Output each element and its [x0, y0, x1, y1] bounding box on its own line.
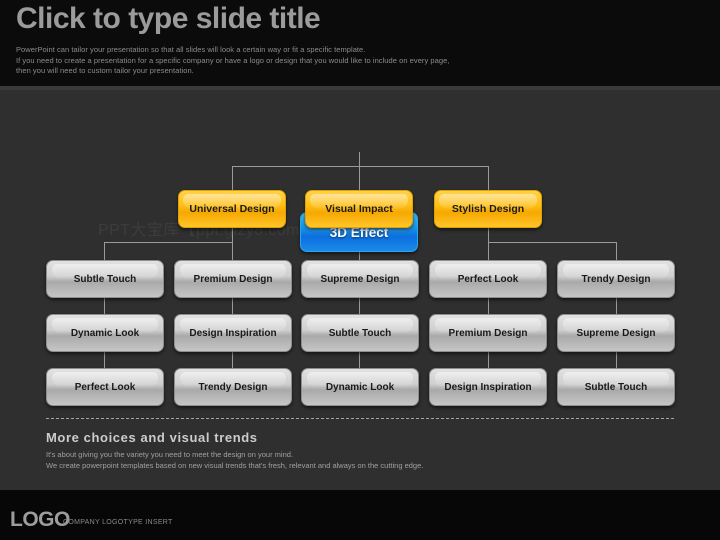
bottom-bar	[0, 490, 720, 540]
connector-leaf-stem-2	[232, 242, 233, 260]
diagram-node-branch-2[interactable]: Visual Impact	[305, 190, 413, 228]
diagram-leaf-r3c1[interactable]: Perfect Look	[46, 368, 164, 406]
connector-branch3-down	[488, 228, 489, 242]
connector-col5-r1r2	[616, 298, 617, 314]
footer-heading[interactable]: More choices and visual trends	[46, 430, 258, 445]
node-label: Dynamic Look	[70, 327, 140, 339]
node-label: Supreme Design	[576, 327, 656, 339]
diagram-node-branch-1[interactable]: Universal Design	[178, 190, 286, 228]
footer-line-2: We create powerpoint templates based on …	[46, 461, 424, 470]
diagram-leaf-r2c1[interactable]: Dynamic Look	[46, 314, 164, 352]
diagram-leaf-r3c4[interactable]: Design Inspiration	[429, 368, 547, 406]
node-label: Subtle Touch	[328, 327, 392, 339]
logo-subtitle: COMPANY LOGOTYPE INSERT	[63, 519, 173, 526]
connector-branch-stem-2	[359, 166, 360, 190]
diagram-leaf-r2c3[interactable]: Subtle Touch	[301, 314, 419, 352]
diagram-leaf-r2c5[interactable]: Supreme Design	[557, 314, 675, 352]
diagram-leaf-r1c5[interactable]: Trendy Design	[557, 260, 675, 298]
diagram-leaf-r1c2[interactable]: Premium Design	[174, 260, 292, 298]
slide-canvas: Click to type slide title PowerPoint can…	[0, 0, 720, 540]
logo-placeholder[interactable]: LOGO	[10, 508, 70, 532]
connector-root-stem	[359, 152, 360, 166]
diagram-leaf-r3c2[interactable]: Trendy Design	[174, 368, 292, 406]
connector-col4-r2r3	[488, 352, 489, 368]
connector-branch-stem-1	[232, 166, 233, 190]
footer-description[interactable]: It's about giving you the variety you ne…	[46, 449, 666, 471]
connector-col1-r1r2	[104, 298, 105, 314]
node-label: Trendy Design	[581, 273, 651, 285]
node-label: Perfect Look	[74, 381, 136, 393]
connector-col4-r1r2	[488, 298, 489, 314]
node-label: Trendy Design	[198, 381, 268, 393]
page-title[interactable]: Click to type slide title	[16, 2, 321, 36]
connector-branch-stem-3	[488, 166, 489, 190]
slide-header: Click to type slide title PowerPoint can…	[0, 0, 720, 88]
connector-branch-bus	[232, 166, 488, 167]
connector-leaf-stem-1	[104, 242, 105, 260]
diagram-node-branch-3[interactable]: Stylish Design	[434, 190, 542, 228]
node-label: Premium Design	[448, 327, 528, 339]
diagram-leaf-r1c4[interactable]: Perfect Look	[429, 260, 547, 298]
diagram-leaf-r3c5[interactable]: Subtle Touch	[557, 368, 675, 406]
diagram-leaf-r1c3[interactable]: Supreme Design	[301, 260, 419, 298]
diagram-leaf-r3c3[interactable]: Dynamic Look	[301, 368, 419, 406]
node-label: Universal Design	[189, 203, 275, 215]
connector-leaf-bus-left	[104, 242, 233, 243]
node-label: Design Inspiration	[189, 327, 277, 339]
node-label: Supreme Design	[320, 273, 400, 285]
connector-col3-r1r2	[359, 298, 360, 314]
node-label: Design Inspiration	[444, 381, 532, 393]
node-label: Subtle Touch	[73, 273, 137, 285]
footer-line-1: It's about giving you the variety you ne…	[46, 450, 293, 459]
node-label: Visual Impact	[325, 203, 393, 215]
connector-col1-r2r3	[104, 352, 105, 368]
connector-col2-r2r3	[232, 352, 233, 368]
connector-col3-r2r3	[359, 352, 360, 368]
connector-col5-r2r3	[616, 352, 617, 368]
node-label: Subtle Touch	[584, 381, 648, 393]
connector-col2-r1r2	[232, 298, 233, 314]
header-description[interactable]: PowerPoint can tailor your presentation …	[16, 45, 616, 77]
diagram-leaf-r1c1[interactable]: Subtle Touch	[46, 260, 164, 298]
diagram-leaf-r2c2[interactable]: Design Inspiration	[174, 314, 292, 352]
diagram-leaf-r2c4[interactable]: Premium Design	[429, 314, 547, 352]
node-label: Stylish Design	[451, 203, 525, 215]
dashed-divider	[46, 418, 674, 419]
node-label: Dynamic Look	[325, 381, 395, 393]
connector-leaf-stem-4	[488, 242, 489, 260]
connector-leaf-stem-5	[616, 242, 617, 260]
node-label: Premium Design	[193, 273, 273, 285]
connector-leaf-bus-right	[488, 242, 616, 243]
node-label: Perfect Look	[457, 273, 519, 285]
